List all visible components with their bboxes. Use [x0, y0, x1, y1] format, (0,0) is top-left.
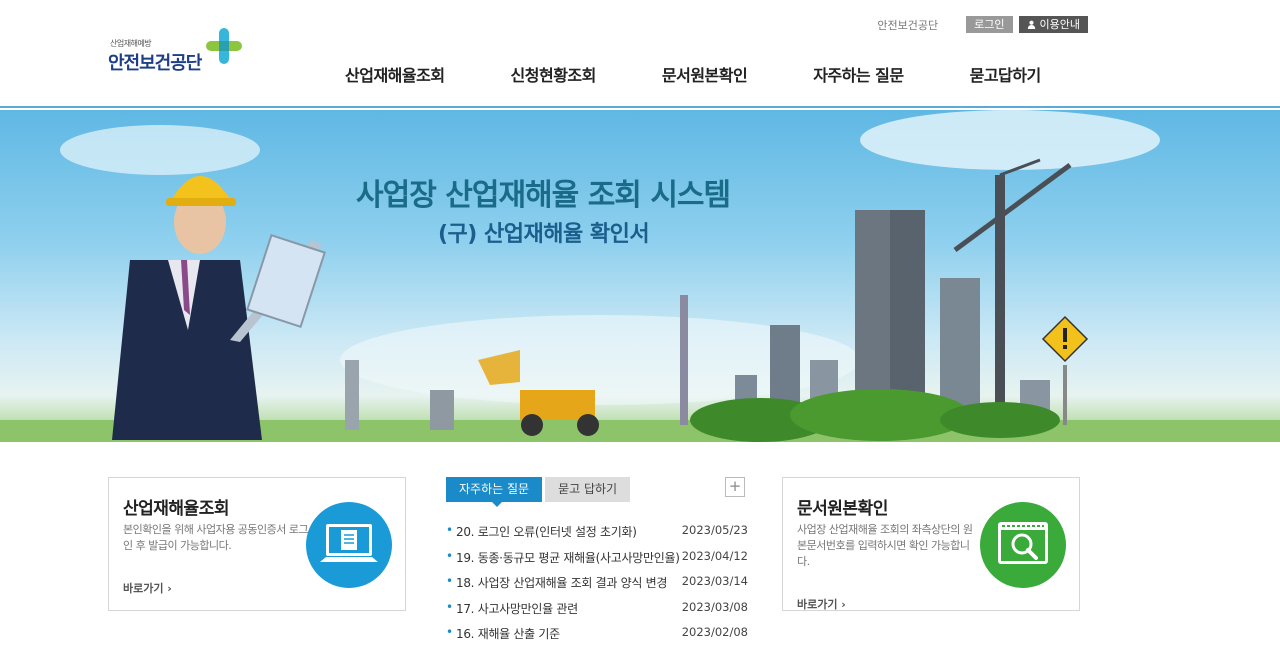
faq-title[interactable]: 16. 재해율 산출 기준 [456, 625, 680, 651]
hero-title: 사업장 산업재해율 조회 시스템 [356, 178, 731, 213]
faq-tabs: 자주하는 질문 묻고 답하기 [446, 477, 631, 507]
logo[interactable]: 산업재해예방 안전보건공단 [108, 24, 248, 74]
list-item[interactable]: • 18. 사업장 산업재해율 조회 결과 양식 변경 2023/03/14 [446, 574, 748, 600]
faq-panel: 자주하는 질문 묻고 답하기 + • 20. 로그인 오류(인터넷 설정 초기화… [446, 477, 748, 641]
bullet-icon: • [446, 574, 454, 588]
site-header: 산업재해예방 안전보건공단 안전보건공단 로그인 이용안내 산업재해율조회 신청… [0, 0, 1280, 108]
faq-date: 2023/03/14 [681, 574, 748, 588]
main-nav: 산업재해율조회 신청현황조회 문서원본확인 자주하는 질문 묻고답하기 [345, 62, 1041, 86]
card-description: 사업장 산업재해율 조회의 좌측상단의 원본문서번호를 입력하시면 확인 가능합… [797, 523, 973, 568]
nav-faq[interactable]: 자주하는 질문 [813, 62, 904, 86]
user-icon [1027, 20, 1035, 29]
bullet-icon: • [446, 625, 454, 639]
list-item[interactable]: • 16. 재해율 산출 기준 2023/02/08 [446, 625, 748, 651]
document-monitor-icon [306, 502, 392, 588]
faq-title[interactable]: 20. 로그인 오류(인터넷 설정 초기화) [456, 523, 680, 549]
hero-subtitle: (구) 산업재해율 확인서 [438, 222, 650, 247]
hero-banner: 사업장 산업재해율 조회 시스템 (구) 산업재해율 확인서 [0, 110, 1280, 442]
faq-date: 2023/05/23 [681, 523, 748, 537]
kosha-link[interactable]: 안전보건공단 [877, 17, 938, 33]
guide-button[interactable]: 이용안내 [1018, 16, 1088, 33]
card-shortcut-link[interactable]: 바로가기 › [797, 596, 846, 612]
bullet-icon: • [446, 548, 454, 563]
nav-document-verify[interactable]: 문서원본확인 [662, 62, 748, 86]
logo-title: 안전보건공단 [108, 53, 202, 74]
list-item[interactable]: • 20. 로그인 오류(인터넷 설정 초기화) 2023/05/23 [446, 523, 748, 549]
hero-illustration [0, 110, 1280, 442]
more-plus-icon[interactable]: + [725, 477, 745, 497]
list-item[interactable]: • 17. 사고사망만인율 관련 2023/03/08 [446, 600, 748, 626]
bullet-icon: • [446, 599, 454, 614]
guide-label: 이용안내 [1039, 18, 1080, 31]
faq-title[interactable]: 17. 사고사망만인율 관련 [456, 600, 680, 626]
card-title: 문서원본확인 [797, 499, 888, 519]
bullet-icon: • [446, 523, 454, 537]
faq-title[interactable]: 19. 동종·동규모 평균 재해율(사고사망만인율) [456, 549, 680, 575]
card-shortcut-link[interactable]: 바로가기 › [123, 580, 172, 596]
faq-date: 2023/04/12 [681, 548, 748, 563]
logo-cross-icon [206, 28, 242, 64]
document-verify-card[interactable]: 문서원본확인 사업장 산업재해율 조회의 좌측상단의 원본문서번호를 입력하시면… [782, 477, 1080, 611]
faq-title[interactable]: 18. 사업장 산업재해율 조회 결과 양식 변경 [456, 574, 680, 600]
tab-qna[interactable]: 묻고 답하기 [545, 477, 631, 502]
login-button[interactable]: 로그인 [966, 16, 1013, 33]
rate-lookup-card[interactable]: 산업재해율조회 본인확인을 위해 사업자용 공동인증서 로그인 후 발급이 가능… [108, 477, 406, 611]
faq-date: 2023/02/08 [681, 625, 748, 639]
card-description: 본인확인을 위해 사업자용 공동인증서 로그인 후 발급이 가능합니다. [123, 523, 309, 552]
nav-status-lookup[interactable]: 신청현황조회 [511, 62, 597, 86]
logo-tagline: 산업재해예방 [110, 39, 152, 48]
faq-list: • 20. 로그인 오류(인터넷 설정 초기화) 2023/05/23 • 19… [446, 523, 748, 651]
tab-faq[interactable]: 자주하는 질문 [446, 477, 543, 507]
list-item[interactable]: • 19. 동종·동규모 평균 재해율(사고사망만인율) 2023/04/12 [446, 549, 748, 575]
top-utility-menu: 안전보건공단 로그인 이용안내 [877, 16, 1088, 33]
card-title: 산업재해율조회 [123, 499, 229, 519]
nav-qna[interactable]: 묻고답하기 [970, 62, 1042, 86]
search-document-icon [980, 502, 1066, 588]
faq-date: 2023/03/08 [681, 599, 748, 614]
nav-rate-lookup[interactable]: 산업재해율조회 [345, 62, 445, 86]
